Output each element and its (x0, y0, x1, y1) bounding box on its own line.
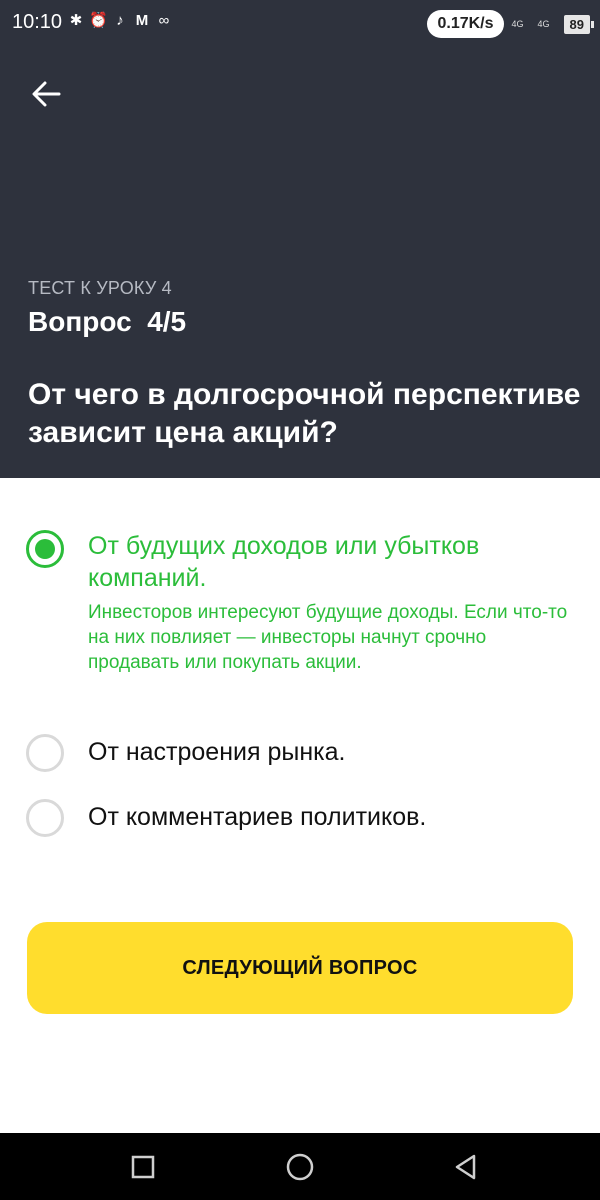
m-app-icon: M (135, 12, 149, 29)
answer-option-2[interactable]: От настроения рынка. (0, 734, 600, 774)
alarm-icon: ⏰ (89, 12, 108, 29)
status-time: 10:10 (12, 11, 63, 33)
status-right: 0.17K/s 4G 4G 89 (427, 10, 595, 38)
next-question-button[interactable]: СЛЕДУЮЩИЙ ВОПРОС (27, 922, 573, 1014)
network-speed: 0.17K/s (427, 10, 504, 38)
triangle-back-icon (455, 1154, 476, 1180)
next-question-label: СЛЕДУЮЩИЙ ВОПРОС (182, 956, 418, 979)
back-nav-button[interactable] (450, 1151, 482, 1183)
system-nav-bar (0, 1133, 600, 1200)
answer-option-1[interactable]: От будущих доходов или убытков компаний.… (0, 530, 600, 710)
radio-selected-icon[interactable] (26, 530, 64, 568)
answer-option-label: От будущих доходов или убытков компаний. (88, 532, 480, 592)
answer-option-label: От комментариев политиков. (88, 803, 427, 831)
sync-icon: ∞ (158, 12, 170, 29)
radio-unselected-icon[interactable] (26, 799, 64, 837)
question-text: От чего в долгосрочной перспективе завис… (28, 378, 581, 449)
question-header: ТЕСТ К УРОКУ 4 Вопрос 4/5 От чего в долг… (0, 44, 600, 478)
square-icon (131, 1155, 155, 1179)
signal-icon-1: 4G (511, 18, 524, 29)
answer-explanation: Инвесторов интересуют будущие доходы. Ес… (88, 602, 568, 673)
recents-button[interactable] (127, 1151, 159, 1183)
bluetooth-icon: ✱ (69, 12, 83, 29)
back-button[interactable] (22, 72, 70, 116)
lesson-label: ТЕСТ К УРОКУ 4 (28, 278, 172, 298)
status-icons: ✱ ⏰ ♪ M ∞ (67, 12, 173, 30)
answer-option-label: От настроения рынка. (88, 738, 346, 766)
music-icon: ♪ (116, 12, 124, 29)
signal-icon-2: 4G (537, 18, 550, 29)
status-bar: 10:10 ✱ ⏰ ♪ M ∞ 0.17K/s 4G 4G 89 (0, 0, 600, 44)
home-button[interactable] (284, 1151, 316, 1183)
radio-unselected-icon[interactable] (26, 734, 64, 772)
battery-indicator: 89 (563, 14, 595, 34)
question-counter: Вопрос 4/5 (28, 306, 187, 337)
circle-icon (286, 1153, 314, 1181)
answer-option-3[interactable]: От комментариев политиков. (0, 799, 600, 839)
arrow-left-icon (32, 81, 61, 107)
